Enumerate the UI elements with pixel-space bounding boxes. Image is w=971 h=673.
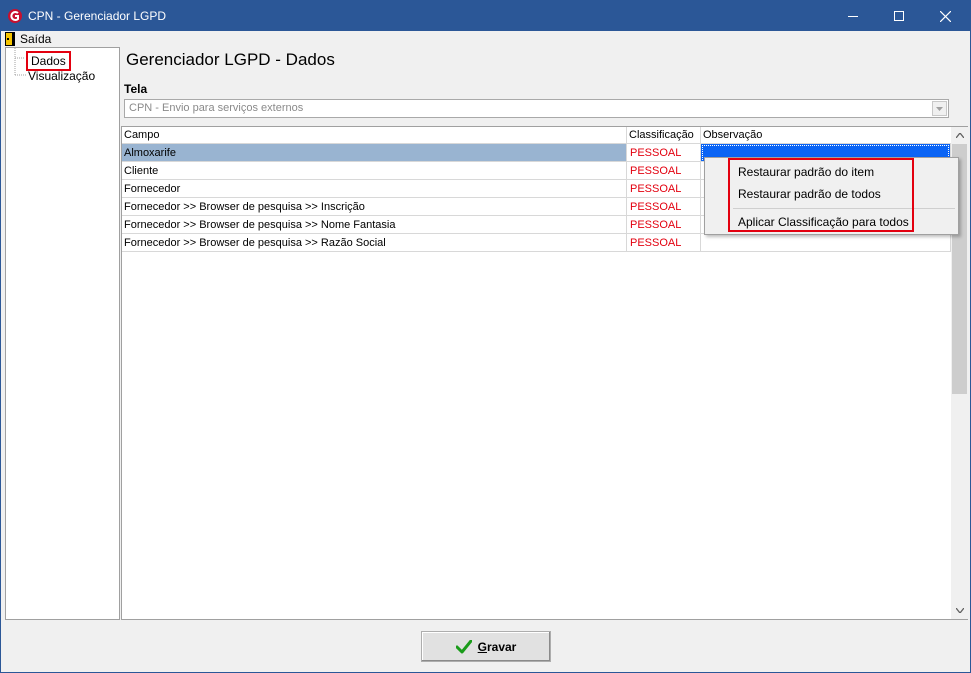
tree-item-dados[interactable]: Dados: [26, 51, 71, 71]
cell-campo[interactable]: Fornecedor >> Browser de pesquisa >> Ins…: [122, 198, 627, 215]
cell-classificacao[interactable]: PESSOAL: [627, 216, 701, 233]
scroll-up-button[interactable]: [951, 127, 968, 144]
chevron-up-icon: [955, 133, 964, 138]
column-header-campo[interactable]: Campo: [122, 127, 627, 144]
cell-classificacao[interactable]: PESSOAL: [627, 144, 701, 161]
exit-door-icon: [5, 32, 15, 46]
chevron-down-icon: [955, 608, 964, 613]
menu-bar: Saída: [1, 31, 970, 47]
close-button[interactable]: [922, 1, 968, 31]
title-bar[interactable]: CPN - Gerenciador LGPD: [1, 1, 970, 31]
tela-select-value: CPN - Envio para serviços externos: [129, 102, 304, 114]
annotation-highlight-box: [728, 158, 914, 232]
maximize-icon: [894, 11, 904, 21]
tela-select[interactable]: CPN - Envio para serviços externos: [124, 99, 949, 118]
window-title: CPN - Gerenciador LGPD: [28, 9, 167, 23]
checkmark-icon: [455, 639, 472, 653]
save-button-label: Gravar: [478, 640, 517, 654]
save-button-mnemonic: G: [477, 639, 487, 654]
close-icon: [939, 10, 951, 22]
minimize-icon: [848, 15, 858, 17]
app-window: CPN - Gerenciador LGPD Saída Dados Visua…: [0, 0, 971, 673]
menu-exit-label: Saída: [20, 32, 52, 46]
column-header-classificacao[interactable]: Classificação: [627, 127, 701, 144]
menu-exit[interactable]: Saída: [5, 31, 51, 47]
main-content: Gerenciador LGPD - Dados Tela CPN - Envi…: [121, 47, 969, 620]
cell-classificacao[interactable]: PESSOAL: [627, 162, 701, 179]
cell-campo[interactable]: Fornecedor >> Browser de pesquisa >> Nom…: [122, 216, 627, 233]
dropdown-button[interactable]: [932, 101, 947, 116]
table-row[interactable]: Fornecedor >> Browser de pesquisa >> Raz…: [122, 234, 951, 252]
maximize-button[interactable]: [876, 1, 922, 31]
cell-classificacao[interactable]: PESSOAL: [627, 234, 701, 251]
save-button[interactable]: Gravar: [421, 631, 551, 662]
scroll-down-button[interactable]: [951, 602, 968, 619]
cell-classificacao[interactable]: PESSOAL: [627, 180, 701, 197]
navigation-tree: Dados Visualização: [5, 47, 120, 620]
cell-campo[interactable]: Fornecedor: [122, 180, 627, 197]
tela-label: Tela: [124, 82, 148, 96]
tree-item-visualizacao[interactable]: Visualização: [28, 69, 95, 83]
context-menu: Restaurar padrão do item Restaurar padrã…: [704, 157, 959, 235]
cell-classificacao[interactable]: PESSOAL: [627, 198, 701, 215]
minimize-button[interactable]: [830, 1, 876, 31]
cell-campo[interactable]: Cliente: [122, 162, 627, 179]
save-button-label-rest: ravar: [486, 639, 517, 654]
cell-campo[interactable]: Fornecedor >> Browser de pesquisa >> Raz…: [122, 234, 627, 251]
column-header-observacao[interactable]: Observação: [701, 127, 951, 144]
cell-campo[interactable]: Almoxarife: [122, 144, 627, 161]
chevron-down-icon: [936, 106, 943, 111]
cell-observacao[interactable]: [701, 234, 951, 251]
page-title: Gerenciador LGPD - Dados: [126, 50, 335, 69]
app-logo-icon: [8, 9, 22, 23]
grid-header: Campo Classificação Observação: [122, 127, 951, 144]
